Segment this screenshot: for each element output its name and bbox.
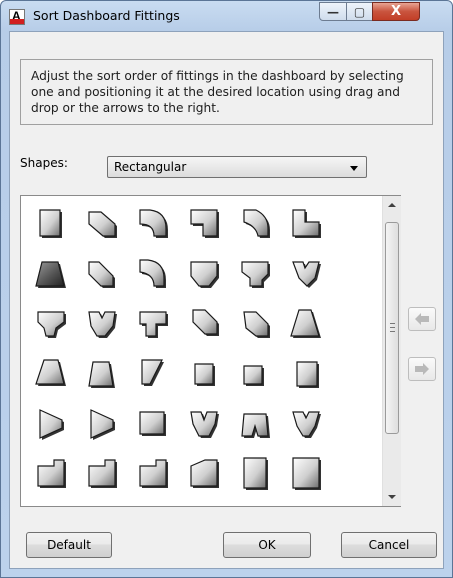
fitting-rect-wye-icon[interactable] <box>289 256 325 292</box>
fitting-rect-straight-icon[interactable] <box>34 206 70 242</box>
fitting-rect-elbow-radius-throat-icon[interactable] <box>238 206 274 242</box>
fitting-rect-damper-icon[interactable] <box>289 356 325 392</box>
fitting-rect-elbow-end-4-icon[interactable] <box>187 456 223 492</box>
autocad-app-icon: A <box>9 9 25 25</box>
maximize-icon: ▢ <box>353 4 366 19</box>
fitting-rect-transition-2-icon[interactable] <box>34 356 70 392</box>
close-button[interactable]: X <box>372 2 420 21</box>
arrow-right-icon <box>415 363 429 375</box>
fitting-rect-elbow-end-3-icon[interactable] <box>136 456 172 492</box>
window-title: Sort Dashboard Fittings <box>33 8 180 23</box>
arrow-left-icon <box>415 313 429 325</box>
fitting-rect-transition-5-icon[interactable] <box>85 406 121 442</box>
fitting-rect-offset-2-icon[interactable] <box>238 306 274 342</box>
fitting-rect-wye-2-icon[interactable] <box>85 306 121 342</box>
fitting-rect-transition-4-icon[interactable] <box>34 406 70 442</box>
fitting-rect-tee-radius-icon[interactable] <box>238 256 274 292</box>
default-button[interactable]: Default <box>26 532 112 558</box>
fitting-rect-elbow-mitered-2-icon[interactable] <box>85 256 121 292</box>
fitting-rect-elbow-square-throat-icon[interactable] <box>289 206 325 242</box>
fitting-rect-elbow-end-2-icon[interactable] <box>85 456 121 492</box>
fitting-rect-cap-icon[interactable] <box>187 356 223 392</box>
maximize-button[interactable]: ▢ <box>346 2 373 21</box>
fitting-rect-grille-icon[interactable] <box>238 456 274 492</box>
fitting-rect-tee-icon[interactable] <box>187 256 223 292</box>
scrollbar-thumb[interactable] <box>385 222 399 434</box>
scroll-down-icon[interactable] <box>388 495 396 499</box>
fitting-rect-elbow-radius-2-icon[interactable] <box>136 256 172 292</box>
instructions-text: Adjust the sort order of fittings in the… <box>20 59 433 125</box>
minimize-button[interactable]: — <box>319 2 347 21</box>
fitting-rect-grille-2-icon[interactable] <box>289 456 325 492</box>
fitting-rect-tee-2-icon[interactable] <box>34 306 70 342</box>
fitting-rect-elbow-end-icon[interactable] <box>34 456 70 492</box>
move-up-button[interactable] <box>408 307 436 331</box>
fitting-rect-transition-dark-icon[interactable] <box>34 256 70 292</box>
fitting-rect-takeoff-icon[interactable] <box>136 356 172 392</box>
cancel-button[interactable]: Cancel <box>341 532 437 558</box>
fitting-rect-cap-2-icon[interactable] <box>238 356 274 392</box>
fitting-rect-tee-3-icon[interactable] <box>136 306 172 342</box>
vertical-scrollbar[interactable] <box>382 196 401 506</box>
fitting-rect-transition-3-icon[interactable] <box>85 356 121 392</box>
fitting-rect-elbow-mitered-icon[interactable] <box>85 206 121 242</box>
shapes-dropdown-value: Rectangular <box>114 160 187 174</box>
chevron-down-icon <box>350 166 358 171</box>
fitting-rect-elbow-square-icon[interactable] <box>187 206 223 242</box>
fittings-grid[interactable] <box>20 195 401 507</box>
title-bar[interactable]: A Sort Dashboard Fittings — ▢ X <box>1 1 452 31</box>
shapes-dropdown[interactable]: Rectangular <box>107 156 367 178</box>
ok-button[interactable]: OK <box>223 532 311 558</box>
sort-dashboard-fittings-window: A Sort Dashboard Fittings — ▢ X Adjust t… <box>0 0 453 578</box>
move-down-button[interactable] <box>408 357 436 381</box>
fitting-rect-end-cap-icon[interactable] <box>136 406 172 442</box>
shapes-label: Shapes: <box>20 156 68 170</box>
fitting-rect-wye-4-icon[interactable] <box>289 406 325 442</box>
close-icon: X <box>390 4 402 19</box>
fitting-rect-pants-icon[interactable] <box>238 406 274 442</box>
fitting-rect-wye-3-icon[interactable] <box>187 406 223 442</box>
fitting-rect-elbow-radius-icon[interactable] <box>136 206 172 242</box>
fitting-rect-offset-icon[interactable] <box>187 306 223 342</box>
dialog-client-area: Adjust the sort order of fittings in the… <box>9 31 444 569</box>
scroll-up-icon[interactable] <box>388 203 396 207</box>
fitting-rect-transition-icon[interactable] <box>289 306 325 342</box>
minimize-icon: — <box>327 4 339 19</box>
